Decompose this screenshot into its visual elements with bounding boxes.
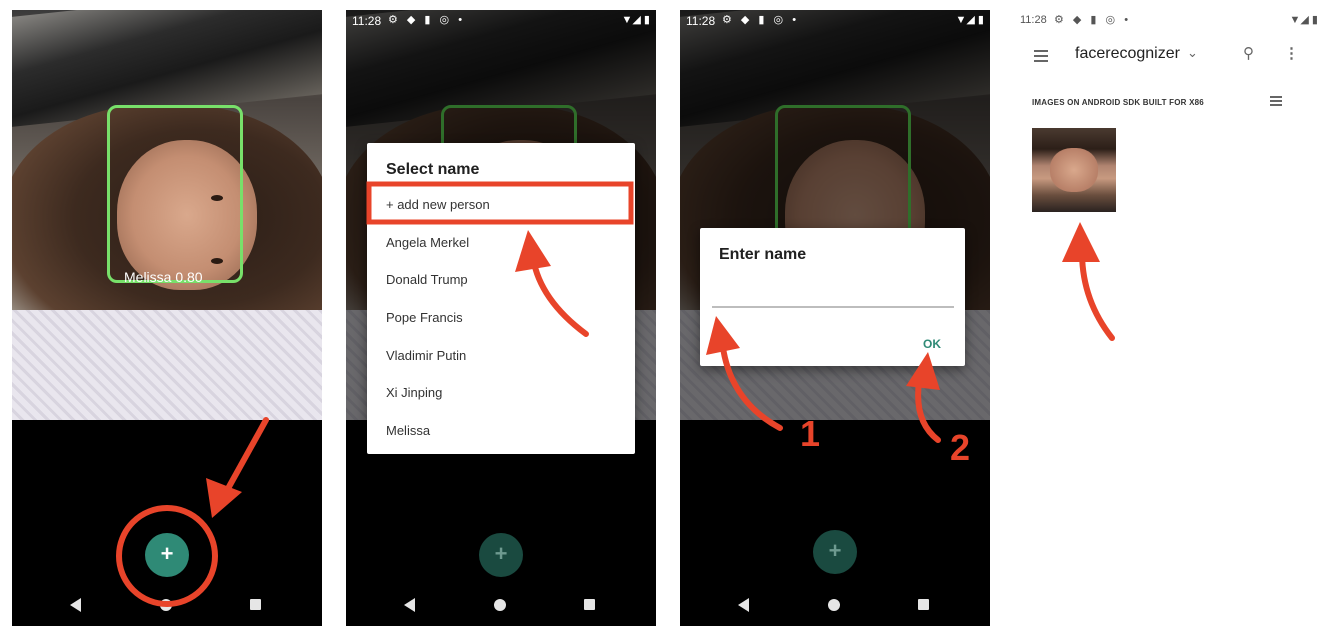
annotation-arrowhead xyxy=(1062,222,1100,262)
step-label: 1 xyxy=(800,413,820,454)
annotation-arrow xyxy=(530,255,589,337)
annotation-arrowhead xyxy=(206,478,242,518)
annotation-arrowhead xyxy=(515,230,551,272)
highlight-circle xyxy=(116,505,218,607)
annotation-layer: 1 2 xyxy=(116,181,1115,607)
annotation-arrow xyxy=(719,337,783,431)
annotation-arrow xyxy=(1079,249,1115,341)
highlight-rect xyxy=(366,181,634,225)
step-label: 2 xyxy=(950,427,970,468)
annotation-arrowhead xyxy=(706,316,740,355)
annotation-arrowhead xyxy=(906,352,940,390)
annotation-arrow xyxy=(222,417,269,497)
